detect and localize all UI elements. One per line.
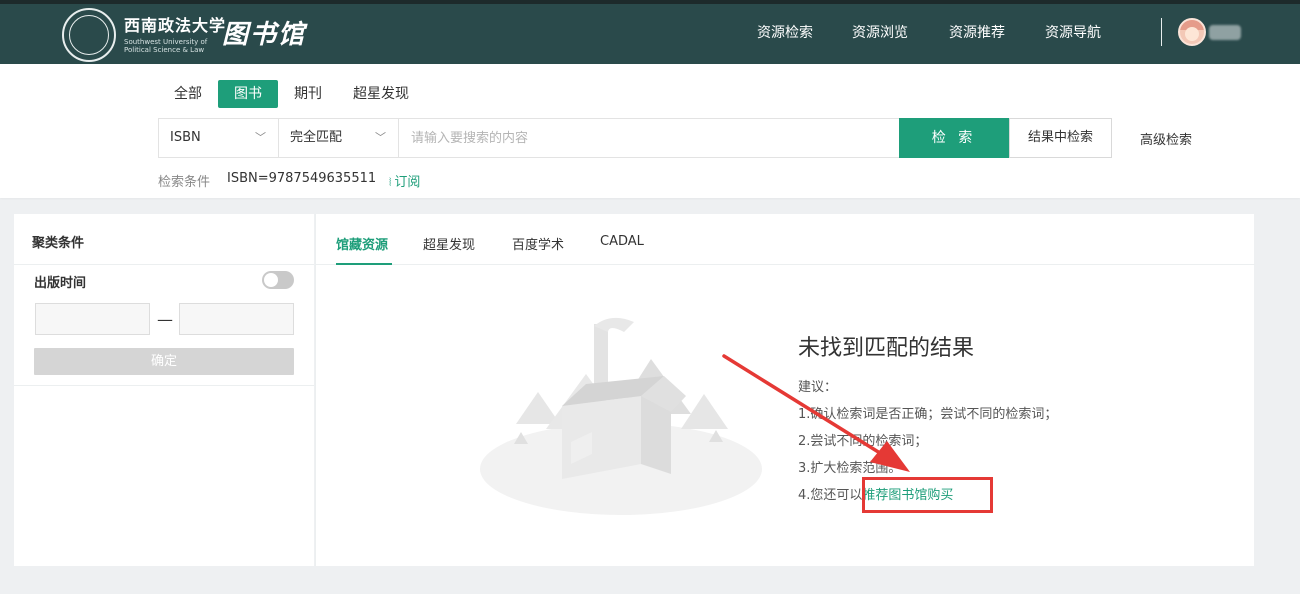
search-box: ISBN ﹀ 完全匹配 ﹀ 检 索 结果中检索 [158,118,1112,158]
search-input[interactable] [399,119,899,157]
field-select-value: ISBN [170,130,201,145]
result-tab-collection[interactable]: 馆藏资源 [336,234,388,253]
facet-panel: 聚类条件 出版时间 — 确定 [14,214,314,566]
search-tab-journals[interactable]: 期刊 [294,80,322,108]
advanced-search-link[interactable]: 高级检索 [1140,129,1192,148]
search-tab-chaoxing[interactable]: 超星发现 [353,80,409,108]
active-tab-underline [336,263,392,265]
match-select[interactable]: 完全匹配 ﹀ [279,119,399,157]
nav-divider [1161,18,1162,46]
nav-resource-recommend[interactable]: 资源推荐 [949,22,1005,42]
year-from-input[interactable] [35,303,150,335]
library-title[interactable]: 图书馆 [222,14,306,51]
result-tab-cadal[interactable]: CADAL [600,234,644,249]
empty-title: 未找到匹配的结果 [798,336,975,361]
search-tab-books[interactable]: 图书 [218,80,278,108]
confirm-button[interactable]: 确定 [34,348,294,375]
suggestion-3: 3.扩大检索范围。 [798,461,902,476]
field-select[interactable]: ISBN ﹀ [159,119,279,157]
publish-time-label: 出版时间 [34,276,87,291]
empty-box-illustration [480,317,762,515]
nav-resource-browse[interactable]: 资源浏览 [852,22,908,42]
year-to-input[interactable] [179,303,294,335]
result-tab-chaoxing[interactable]: 超星发现 [423,234,475,253]
subscribe-label: 订阅 [394,175,421,190]
search-panel: 全部 图书 期刊 超星发现 ISBN ﹀ 完全匹配 ﹀ 检 索 结果中检索 高级… [0,64,1300,198]
university-name: 西南政法大学 [124,16,227,35]
top-header: 西南政法大学 Southwest University of Political… [0,0,1300,64]
search-within-results-button[interactable]: 结果中检索 [1009,118,1112,158]
range-dash: — [157,310,173,329]
result-tab-baidu-scholar[interactable]: 百度学术 [512,234,564,253]
chevron-down-icon: ﹀ [255,131,266,144]
divider [14,264,314,265]
criteria-value: ISBN=9787549635511 [227,171,377,186]
rss-icon: ⦚ [389,176,392,189]
toggle-knob [264,273,278,287]
search-tab-all[interactable]: 全部 [174,80,202,108]
subscribe-link[interactable]: ⦚ 订阅 [389,171,420,190]
divider [14,385,314,386]
suggestion-4-prefix: 4.您还可以 [798,488,863,503]
chevron-down-icon: ﹀ [375,131,386,144]
university-seal-logo[interactable] [62,8,116,62]
university-name-en: Southwest University of Political Scienc… [124,38,208,54]
suggestion-2: 2.尝试不同的检索词； [798,434,928,449]
username-redacted[interactable] [1209,25,1241,40]
suggest-label: 建议： [798,380,838,395]
nav-resource-search[interactable]: 资源检索 [757,22,813,42]
window-top-strip [0,0,1300,4]
user-avatar[interactable] [1178,18,1206,46]
facet-title: 聚类条件 [32,236,85,251]
annotation-highlight-box [862,477,993,513]
suggestion-1: 1.确认检索词是否正确；尝试不同的检索词； [798,407,1058,422]
publish-time-toggle[interactable] [262,271,294,289]
criteria-label: 检索条件 [158,175,211,190]
tab-bar-line [316,264,1255,265]
search-button[interactable]: 检 索 [899,118,1009,158]
results-panel: 馆藏资源 超星发现 百度学术 CADAL 未找到匹配的结果 建议： 1.确认检索… [315,214,1255,566]
nav-resource-navigation[interactable]: 资源导航 [1045,22,1101,42]
match-select-value: 完全匹配 [290,130,343,145]
